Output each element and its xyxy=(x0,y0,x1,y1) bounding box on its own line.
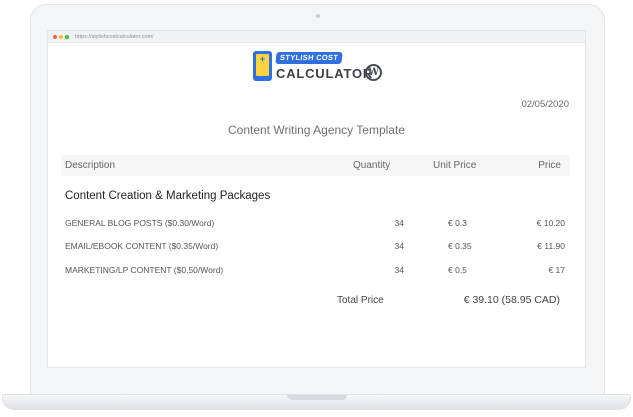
maximize-dot-icon[interactable] xyxy=(65,35,69,39)
header-price: Price xyxy=(538,160,561,171)
camera-icon xyxy=(315,14,320,18)
row-quantity: 34 xyxy=(394,218,404,228)
wordpress-icon: W xyxy=(365,64,382,81)
document-title: Content Writing Agency Template xyxy=(228,123,405,137)
laptop-notch xyxy=(286,395,347,400)
phone-glyph: + xyxy=(256,54,269,76)
row-quantity: 34 xyxy=(394,265,404,275)
section-title: Content Creation & Marketing Packages xyxy=(65,190,271,202)
row-price: € 17 xyxy=(548,265,565,275)
row-quantity: 34 xyxy=(394,241,404,251)
row-unit-price: € 0.35 xyxy=(448,241,472,251)
calculator-phone-icon: + xyxy=(253,51,272,81)
table-row: GENERAL BLOG POSTS ($0.30/Word) 34 € 0.3… xyxy=(61,213,570,233)
header-description: Description xyxy=(65,160,116,171)
logo-badge: STYLISH COST xyxy=(275,52,343,64)
row-price: € 11.90 xyxy=(537,241,565,251)
header-unit-price: Unit Price xyxy=(433,160,477,171)
logo-text: CALCULATOR xyxy=(276,66,374,81)
close-dot-icon[interactable] xyxy=(53,35,57,39)
row-description: EMAIL/EBOOK CONTENT ($0.35/Word) xyxy=(65,241,219,251)
total-price-value: € 39.10 (58.95 CAD) xyxy=(463,294,560,306)
row-price: € 10.20 xyxy=(536,218,565,228)
table-row: MARKETING/LP CONTENT ($0.50/Word) 34 € 0… xyxy=(61,260,570,280)
screen: https://stylishcostcalculator.com/ + STY… xyxy=(47,30,586,368)
table-row: EMAIL/EBOOK CONTENT ($0.35/Word) 34 € 0.… xyxy=(61,236,570,256)
row-unit-price: € 0.5 xyxy=(448,265,467,275)
row-description: GENERAL BLOG POSTS ($0.30/Word) xyxy=(65,218,215,228)
minimize-dot-icon[interactable] xyxy=(59,35,63,39)
browser-bar: https://stylishcostcalculator.com/ xyxy=(48,31,585,43)
logo: + STYLISH COST CALCULATOR W xyxy=(253,49,383,95)
row-unit-price: € 0.3 xyxy=(448,218,467,228)
total-price-label: Total Price xyxy=(337,295,384,306)
header-quantity: Quantity xyxy=(353,160,391,171)
table-header: Description Quantity Unit Price Price xyxy=(61,155,570,176)
row-description: MARKETING/LP CONTENT ($0.50/Word) xyxy=(65,265,224,275)
document-date: 02/05/2020 xyxy=(521,99,569,110)
address-bar[interactable]: https://stylishcostcalculator.com/ xyxy=(75,32,154,42)
laptop-base xyxy=(2,394,631,410)
